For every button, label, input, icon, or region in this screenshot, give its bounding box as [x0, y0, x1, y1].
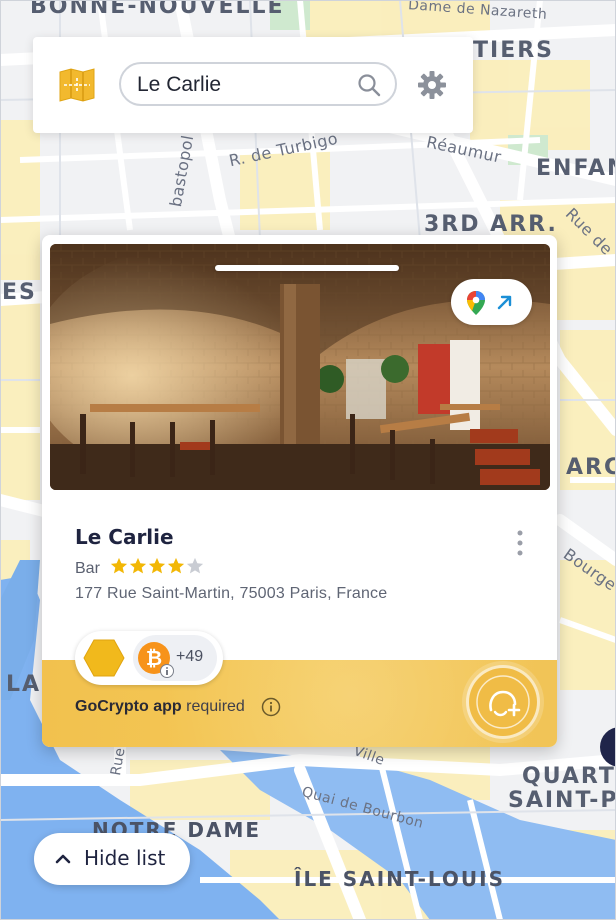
- map-label-3rd-arr: 3RD ARR.: [424, 212, 558, 237]
- chevron-up-icon: [55, 854, 71, 864]
- star-icon: [129, 557, 147, 574]
- star-icon: [148, 557, 166, 574]
- map-label-enfan: ENFAN: [536, 156, 616, 181]
- gocrypto-pay-button[interactable]: [469, 668, 537, 736]
- star-icon: [167, 557, 185, 574]
- search-icon[interactable]: [357, 73, 381, 97]
- star-icon: [186, 557, 204, 574]
- search-panel: [33, 37, 473, 133]
- bitcoin-chip[interactable]: ₿ +49: [133, 635, 217, 681]
- rating-stars: [110, 557, 204, 575]
- gocrypto-icon: [476, 675, 530, 729]
- map-label-saint-pa: SAINT-PA: [508, 788, 616, 813]
- accepted-coins-pill[interactable]: ₿ +49: [75, 631, 223, 685]
- extra-coins-count: +49: [176, 648, 204, 665]
- map-label-arc: ARC: [566, 455, 616, 480]
- map-label-quartier: QUARTI: [522, 764, 616, 789]
- open-in-google-maps-button[interactable]: [451, 279, 532, 325]
- place-category: Bar: [75, 560, 100, 577]
- map-logo-icon[interactable]: [59, 68, 95, 102]
- map-label-ile-saint-louis: ÎLE SAINT-LOUIS: [294, 867, 505, 891]
- search-field[interactable]: [119, 62, 397, 106]
- place-photo[interactable]: [50, 244, 550, 490]
- star-icon: [110, 557, 128, 574]
- arrow-up-right-icon: [497, 295, 512, 310]
- search-input[interactable]: [137, 72, 347, 98]
- photo-drag-handle[interactable]: [215, 265, 399, 271]
- google-maps-pin-icon: [467, 291, 485, 315]
- hexagon-coin-icon: [83, 639, 125, 677]
- place-name: Le Carlie: [75, 525, 174, 549]
- map-label-es: ES: [2, 280, 37, 305]
- gear-icon[interactable]: [417, 70, 447, 100]
- payment-requirement: GoCrypto app required: [75, 698, 245, 716]
- payment-app-name: GoCrypto app: [75, 698, 182, 715]
- hide-list-label: Hide list: [84, 846, 166, 870]
- info-icon[interactable]: [261, 697, 281, 717]
- more-vertical-icon[interactable]: [514, 528, 526, 558]
- hide-list-button[interactable]: Hide list: [34, 833, 190, 885]
- map-label-bonne-nouvelle: BONNE-NOUVELLE: [30, 0, 285, 19]
- place-card[interactable]: Le Carlie Bar 177 Rue Saint-Martin, 7500…: [42, 235, 557, 747]
- info-mini-icon: [160, 664, 174, 678]
- map-label-tiers: TIERS: [473, 38, 555, 63]
- place-address: 177 Rue Saint-Martin, 75003 Paris, Franc…: [75, 585, 388, 602]
- payment-required-label: required: [186, 698, 245, 715]
